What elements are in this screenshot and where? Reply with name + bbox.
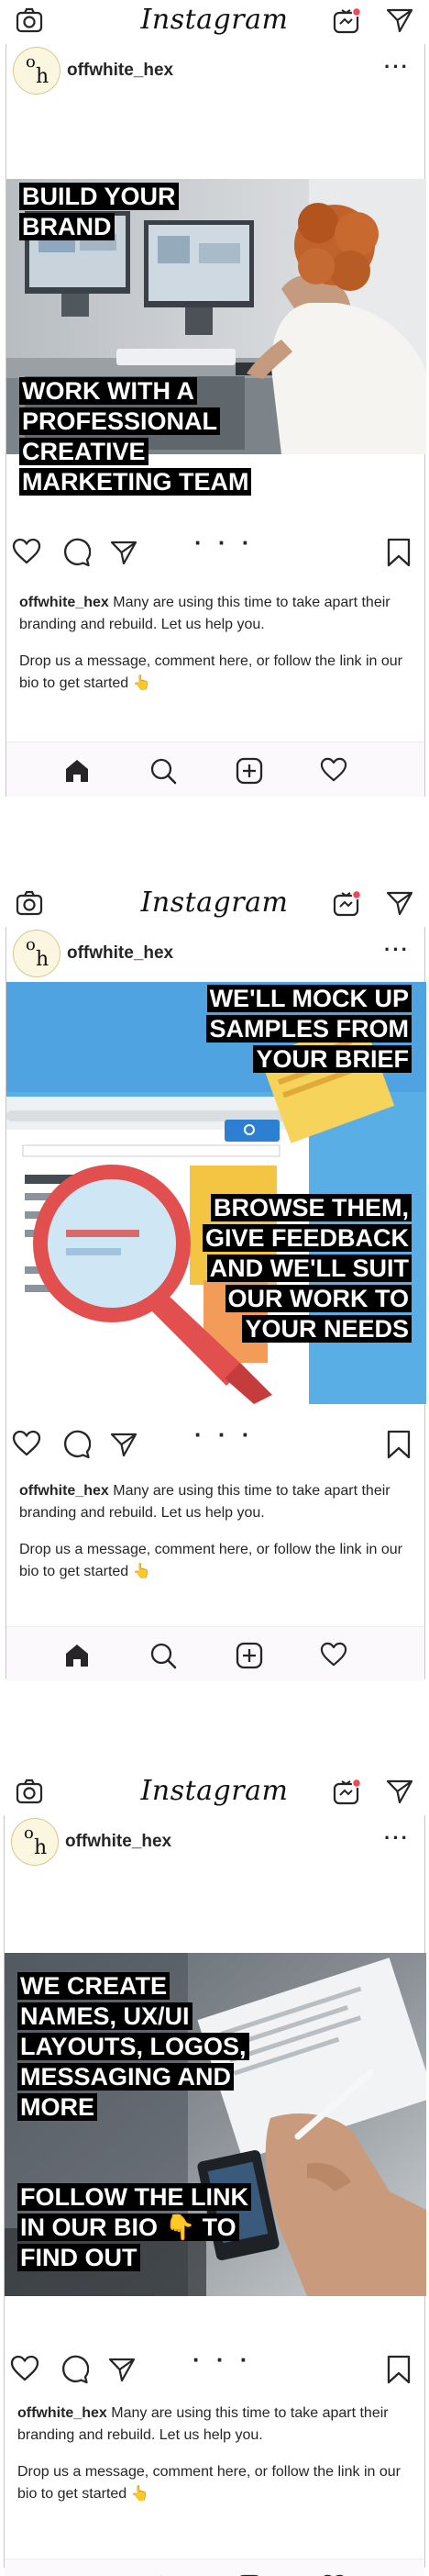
caption-username[interactable]: offwhite_hex	[19, 595, 109, 610]
image-caption-top: WE'LL MOCK UP SAMPLES FROM YOUR BRIEF	[182, 984, 412, 1075]
post-actions: · · ·	[6, 1421, 424, 1465]
instagram-logo: Instagram	[140, 887, 289, 919]
post-username[interactable]: offwhite_hex	[67, 943, 173, 964]
search-icon[interactable]	[149, 757, 177, 789]
top-bar: Instagram	[0, 883, 429, 925]
more-options-icon[interactable]: ···	[384, 1826, 410, 1850]
heart-icon[interactable]	[12, 538, 41, 570]
comment-icon[interactable]	[61, 1430, 92, 1464]
bottom-nav	[5, 2559, 424, 2576]
direct-message-icon[interactable]	[385, 6, 414, 39]
caption-username[interactable]: offwhite_hex	[17, 2405, 107, 2421]
avatar[interactable]: o h	[13, 47, 60, 95]
share-icon[interactable]	[107, 2355, 137, 2389]
carousel-indicator: · · ·	[194, 1421, 255, 1448]
carousel-indicator: · · ·	[194, 529, 255, 556]
post-actions: · · ·	[5, 2346, 424, 2390]
bookmark-icon[interactable]	[386, 538, 412, 572]
bottom-nav	[6, 742, 424, 797]
caption-username[interactable]: offwhite_hex	[19, 1483, 109, 1499]
avatar[interactable]: o h	[11, 1818, 59, 1866]
post-caption: offwhite_hex Many are using this time to…	[19, 1483, 402, 1579]
direct-message-icon[interactable]	[385, 888, 414, 922]
post-caption: offwhite_hex Many are using this time to…	[17, 2405, 401, 2502]
post-card: o h offwhite_hex ···	[6, 927, 426, 1681]
top-bar: Instagram	[0, 1771, 429, 1813]
image-caption-top: WE CREATE NAMES, UX/UI LAYOUTS, LOGOS, M…	[17, 1971, 256, 2123]
search-icon[interactable]	[149, 1642, 177, 1674]
instagram-logo: Instagram	[140, 4, 289, 36]
top-bar: Instagram	[0, 0, 429, 42]
comment-icon[interactable]	[60, 2355, 90, 2389]
post-username[interactable]: offwhite_hex	[67, 61, 173, 81]
bookmark-icon[interactable]	[386, 1430, 412, 1464]
image-caption-bottom: FOLLOW THE LINK IN OUR BIO 👇 TO FIND OUT	[17, 2182, 256, 2273]
share-icon[interactable]	[109, 1430, 138, 1464]
post-header: o h offwhite_hex ···	[6, 44, 424, 97]
post-actions: · · ·	[6, 529, 424, 573]
home-icon[interactable]	[63, 1642, 91, 1674]
post-caption: offwhite_hex Many are using this time to…	[19, 595, 402, 691]
add-post-icon[interactable]	[236, 1642, 263, 1674]
post-card: o h offwhite_hex ···	[6, 44, 426, 797]
post-header: o h offwhite_hex ···	[5, 1815, 424, 1868]
post-header: o h offwhite_hex ···	[6, 927, 424, 980]
image-caption-bottom: WORK WITH A PROFESSIONAL CREATIVE MARKET…	[19, 376, 271, 497]
post: Instagram o h offwhite_hex ···	[0, 0, 429, 863]
add-post-icon[interactable]	[236, 757, 263, 789]
bottom-nav	[6, 1626, 424, 1681]
igtv-icon[interactable]	[332, 1777, 363, 1811]
instagram-logo: Instagram	[140, 1775, 289, 1807]
igtv-icon[interactable]	[332, 888, 363, 922]
heart-icon[interactable]	[12, 1430, 41, 1462]
post: Instagram o h offwhite_hex ···	[0, 883, 429, 1745]
more-options-icon[interactable]: ···	[384, 938, 410, 962]
bookmark-icon[interactable]	[386, 2355, 412, 2389]
igtv-icon[interactable]	[332, 6, 363, 39]
carousel-indicator: · · ·	[192, 2346, 253, 2373]
post: Instagram o h offwhite_hex ···	[0, 1771, 429, 2576]
home-icon[interactable]	[63, 757, 91, 789]
activity-heart-icon[interactable]	[320, 757, 347, 787]
post-username[interactable]: offwhite_hex	[65, 1832, 171, 1852]
image-caption-bottom: BROWSE THEM, GIVE FEEDBACK AND WE'LL SUI…	[182, 1193, 412, 1344]
more-options-icon[interactable]: ···	[384, 55, 410, 79]
activity-heart-icon[interactable]	[320, 1642, 347, 1672]
image-caption-top: BUILD YOUR BRAND	[19, 182, 221, 242]
direct-message-icon[interactable]	[385, 1777, 414, 1811]
heart-icon[interactable]	[10, 2355, 39, 2387]
comment-icon[interactable]	[61, 538, 92, 572]
avatar[interactable]: o h	[13, 930, 60, 977]
share-icon[interactable]	[109, 538, 138, 572]
post-card: o h offwhite_hex ···	[4, 1815, 426, 2576]
